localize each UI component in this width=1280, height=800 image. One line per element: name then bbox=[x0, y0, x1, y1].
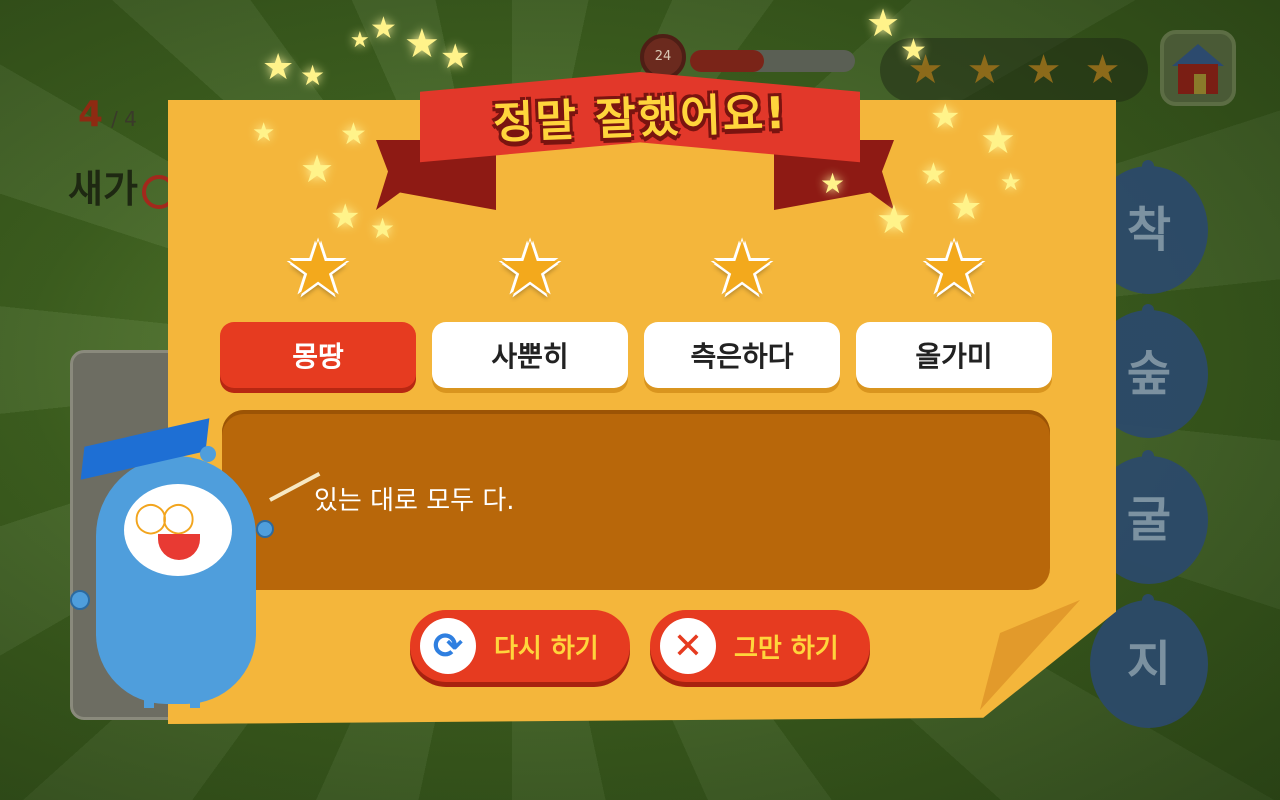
timer-bar-fill bbox=[690, 50, 765, 72]
sparkle-icon: ★ bbox=[920, 157, 947, 192]
stop-button[interactable]: ✕ 그만 하기 bbox=[650, 610, 870, 682]
timer: 24 bbox=[640, 34, 860, 80]
definition-text: 있는 대로 모두 다. bbox=[314, 486, 515, 516]
sparkle-icon: ★ bbox=[300, 147, 335, 191]
stop-label: 그만 하기 bbox=[734, 633, 839, 664]
choice-bubble[interactable]: 지 bbox=[1090, 594, 1208, 728]
question-text: 새가 bbox=[68, 158, 176, 213]
retry-label: 다시 하기 bbox=[494, 633, 599, 664]
word-stars: ★ ★ ★ ★ bbox=[220, 232, 1050, 310]
sparkle-icon: ★ bbox=[866, 1, 901, 45]
close-icon: ✕ bbox=[660, 618, 716, 674]
progress-current: 4 bbox=[78, 94, 104, 135]
sparkle-icon: ★ bbox=[980, 117, 1016, 163]
refresh-icon: ⟳ bbox=[420, 618, 476, 674]
sparkle-icon: ★ bbox=[900, 33, 927, 68]
star-icon: ★ bbox=[708, 226, 776, 312]
glasses-icon: ◯◯ bbox=[134, 500, 195, 535]
star-icon: ★ bbox=[1025, 47, 1062, 93]
word-tabs: 몽땅 사뿐히 측은하다 올가미 bbox=[220, 322, 1052, 388]
sparkle-icon: ★ bbox=[404, 21, 440, 67]
star-icon: ★ bbox=[1084, 47, 1121, 93]
home-button[interactable] bbox=[1160, 30, 1236, 106]
question-label: 새가 bbox=[68, 167, 138, 211]
star-icon: ★ bbox=[284, 226, 352, 312]
mascot-character: ◯◯ bbox=[60, 416, 321, 716]
home-icon bbox=[1172, 44, 1224, 66]
sparkle-icon: ★ bbox=[930, 97, 961, 137]
sparkle-icon: ★ bbox=[262, 47, 295, 88]
sparkle-icon: ★ bbox=[440, 37, 471, 77]
timer-value: 24 bbox=[654, 49, 672, 64]
retry-button[interactable]: ⟳ 다시 하기 bbox=[410, 610, 630, 682]
question-progress: 4 / 4 bbox=[78, 94, 137, 135]
timer-bar bbox=[690, 50, 855, 72]
sparkle-icon: ★ bbox=[950, 187, 983, 228]
sparkle-icon: ★ bbox=[370, 11, 397, 46]
sparkle-icon: ★ bbox=[300, 59, 326, 92]
word-tab[interactable]: 사뿐히 bbox=[432, 322, 628, 388]
sparkle-icon: ★ bbox=[820, 167, 846, 200]
sparkle-icon: ★ bbox=[1000, 168, 1022, 196]
sparkle-icon: ★ bbox=[340, 117, 367, 152]
word-tab[interactable]: 올가미 bbox=[856, 322, 1052, 388]
sparkle-icon: ★ bbox=[350, 28, 370, 53]
star-icon: ★ bbox=[966, 47, 1003, 93]
sparkle-icon: ★ bbox=[252, 118, 276, 148]
star-icon: ★ bbox=[496, 226, 564, 312]
progress-total: / 4 bbox=[111, 107, 137, 131]
word-tab[interactable]: 측은하다 bbox=[644, 322, 840, 388]
word-tab-selected[interactable]: 몽땅 bbox=[220, 322, 416, 388]
star-icon: ★ bbox=[920, 226, 988, 312]
